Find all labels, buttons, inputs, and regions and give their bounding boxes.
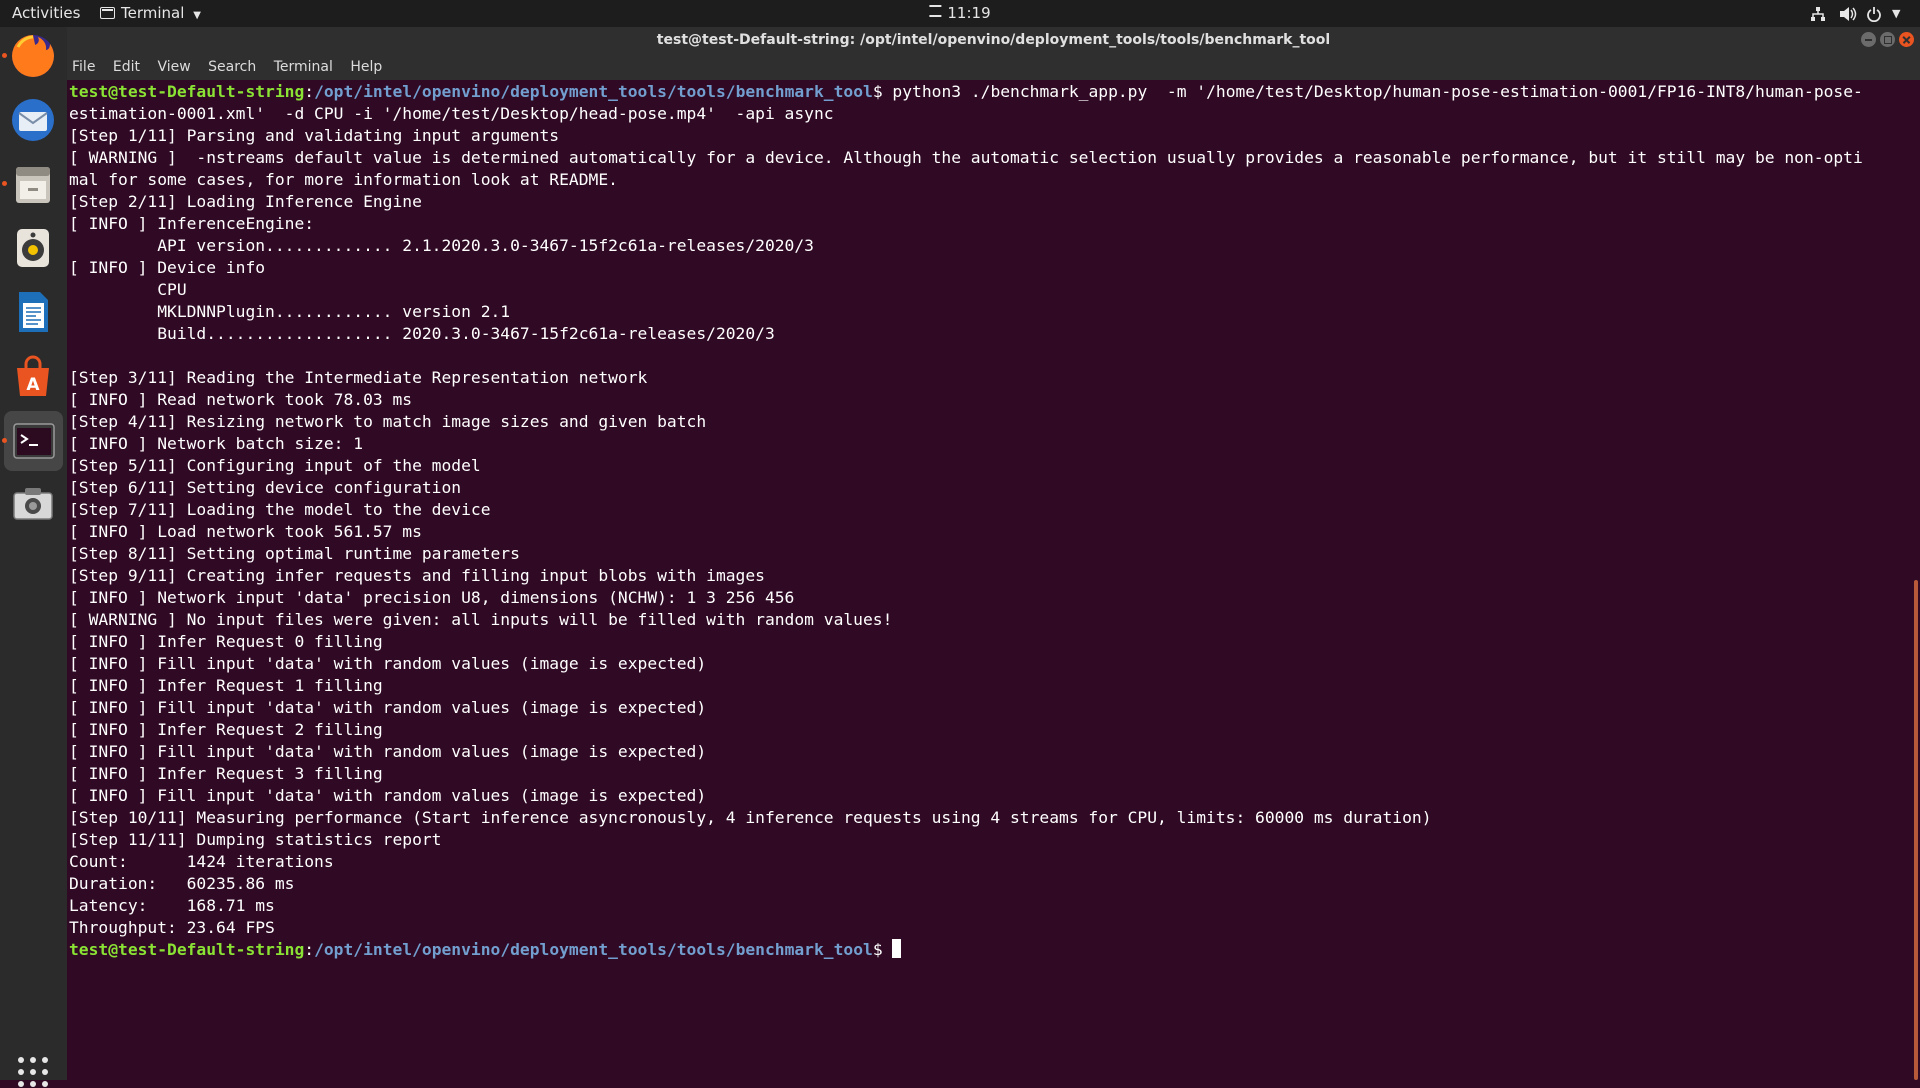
screenshot-icon	[13, 488, 53, 520]
terminal-line: [ INFO ] Fill input 'data' with random v…	[69, 698, 707, 717]
terminal-output: test@test-Default-string:/opt/intel/open…	[69, 82, 1863, 959]
thunderbird-icon	[12, 99, 54, 141]
terminal-line: [ INFO ] InferenceEngine:	[69, 214, 315, 233]
terminal-line: Count: 1424 iterations	[69, 852, 334, 871]
terminal-line: MKLDNNPlugin............ version 2.1	[157, 302, 511, 321]
terminal-line: [Step 2/11] Loading Inference Engine	[69, 192, 422, 211]
terminal-line: API version............. 2.1.2020.3.0-34…	[157, 236, 814, 255]
terminal-line: [ INFO ] Fill input 'data' with random v…	[69, 742, 707, 761]
prompt-user-current: test@test-Default-string	[69, 940, 305, 959]
text-cursor	[892, 939, 902, 958]
window-controls	[1857, 32, 1914, 48]
notification-icon	[929, 5, 942, 17]
rhythmbox-icon	[17, 229, 49, 267]
terminal-line: [Step 8/11] Setting optimal runtime para…	[69, 544, 520, 563]
top-bar: Activities Terminal ▼ 11:19 ▼	[0, 0, 1920, 27]
prompt-path: /opt/intel/openvino/deployment_tools/too…	[314, 82, 873, 101]
dock-firefox[interactable]	[2, 31, 58, 81]
menu-search[interactable]: Search	[208, 59, 256, 75]
files-icon	[16, 167, 50, 203]
ubuntu-software-icon: A	[17, 355, 49, 396]
app-menu-label: Terminal	[121, 4, 185, 22]
system-menu-chevron-icon[interactable]: ▼	[1892, 0, 1900, 27]
close-icon[interactable]	[1899, 32, 1914, 47]
menu-view[interactable]: View	[157, 59, 190, 75]
terminal-line: CPU	[157, 280, 187, 299]
dock-terminal[interactable]	[2, 411, 63, 471]
terminal-line: [ INFO ] Infer Request 2 filling	[69, 720, 383, 739]
window-titlebar[interactable]: test@test-Default-string: /opt/intel/ope…	[67, 27, 1920, 54]
terminal-line: [ INFO ] Infer Request 3 filling	[69, 764, 383, 783]
terminal-line: [ INFO ] Load network took 561.57 ms	[69, 522, 422, 541]
maximize-icon[interactable]	[1880, 32, 1895, 47]
terminal-line: Throughput: 23.64 FPS	[69, 918, 275, 937]
output-lines: estimation-0001.xml' -d CPU -i '/home/te…	[69, 104, 1863, 937]
terminal-line: [ INFO ] Fill input 'data' with random v…	[69, 786, 707, 805]
terminal-line: mal for some cases, for more information…	[69, 170, 618, 189]
terminal-scrollbar[interactable]	[1914, 580, 1918, 1080]
terminal-line: [ INFO ] Fill input 'data' with random v…	[69, 654, 707, 673]
network-icon[interactable]	[1810, 0, 1826, 27]
terminal-line: [ INFO ] Read network took 78.03 ms	[69, 390, 413, 409]
dock-screenshot[interactable]	[8, 479, 58, 529]
terminal-line: estimation-0001.xml' -d CPU -i '/home/te…	[69, 104, 834, 123]
terminal-line: [Step 11/11] Dumping statistics report	[69, 830, 442, 849]
dock: A	[0, 27, 67, 1087]
terminal-line: Latency: 168.71 ms	[69, 896, 275, 915]
dock-ubuntu-software[interactable]: A	[8, 352, 58, 402]
dock-libreoffice-writer[interactable]	[8, 287, 58, 337]
firefox-icon	[12, 35, 54, 77]
menu-terminal[interactable]: Terminal	[274, 59, 333, 75]
dock-rhythmbox[interactable]	[8, 223, 58, 273]
window-title: test@test-Default-string: /opt/intel/ope…	[656, 32, 1331, 48]
terminal-line: [Step 4/11] Resizing network to match im…	[69, 412, 707, 431]
prompt-path-current: /opt/intel/openvino/deployment_tools/too…	[314, 940, 873, 959]
terminal-line: [Step 5/11] Configuring input of the mod…	[69, 456, 481, 475]
menu-bar: File Edit View Search Terminal Help	[67, 54, 1920, 80]
terminal-small-icon	[100, 7, 115, 19]
svg-text:A: A	[26, 375, 40, 395]
activities-button[interactable]: Activities	[12, 0, 80, 27]
app-menu-button[interactable]: Terminal ▼	[100, 0, 201, 27]
libreoffice-writer-icon	[19, 292, 48, 332]
terminal-line: [Step 3/11] Reading the Intermediate Rep…	[69, 368, 648, 387]
terminal-line: [Step 1/11] Parsing and validating input…	[69, 126, 560, 145]
terminal-icon	[13, 423, 55, 459]
terminal-line: Duration: 60235.86 ms	[69, 874, 295, 893]
show-applications-icon[interactable]	[18, 1057, 49, 1088]
menu-edit[interactable]: Edit	[113, 59, 140, 75]
dock-thunderbird[interactable]	[8, 95, 58, 145]
terminal-line: [ INFO ] Device info	[69, 258, 266, 277]
terminal-line: [ WARNING ] -nstreams default value is d…	[69, 148, 1863, 167]
volume-icon[interactable]	[1839, 0, 1857, 27]
prompt-symbol: $	[872, 82, 883, 101]
menu-file[interactable]: File	[72, 59, 95, 75]
terminal-line: [ INFO ] Infer Request 0 filling	[69, 632, 383, 651]
power-icon[interactable]	[1866, 0, 1882, 27]
prompt-user: test@test-Default-string	[69, 82, 305, 101]
command-text: python3 ./benchmark_app.py -m '/home/tes…	[882, 82, 1863, 101]
terminal-line: [Step 7/11] Loading the model to the dev…	[69, 500, 491, 519]
terminal-line: [Step 6/11] Setting device configuration	[69, 478, 462, 497]
terminal-view[interactable]: test@test-Default-string:/opt/intel/open…	[67, 80, 1920, 1080]
minimize-icon[interactable]	[1861, 32, 1876, 47]
terminal-line: [ WARNING ] No input files were given: a…	[69, 610, 893, 629]
terminal-line: [ INFO ] Network batch size: 1	[69, 434, 364, 453]
terminal-line: [Step 9/11] Creating infer requests and …	[69, 566, 765, 585]
terminal-line: [Step 10/11] Measuring performance (Star…	[69, 808, 1432, 827]
terminal-line: Build................... 2020.3.0-3467-1…	[157, 324, 775, 343]
clock[interactable]: 11:19	[929, 0, 991, 27]
terminal-line: [ INFO ] Infer Request 1 filling	[69, 676, 383, 695]
menu-help[interactable]: Help	[350, 59, 382, 75]
clock-time: 11:19	[947, 4, 991, 22]
chevron-down-icon: ▼	[193, 10, 201, 21]
dock-files[interactable]	[2, 159, 58, 209]
terminal-line: [ INFO ] Network input 'data' precision …	[69, 588, 795, 607]
prompt-symbol-current: $	[872, 940, 883, 959]
